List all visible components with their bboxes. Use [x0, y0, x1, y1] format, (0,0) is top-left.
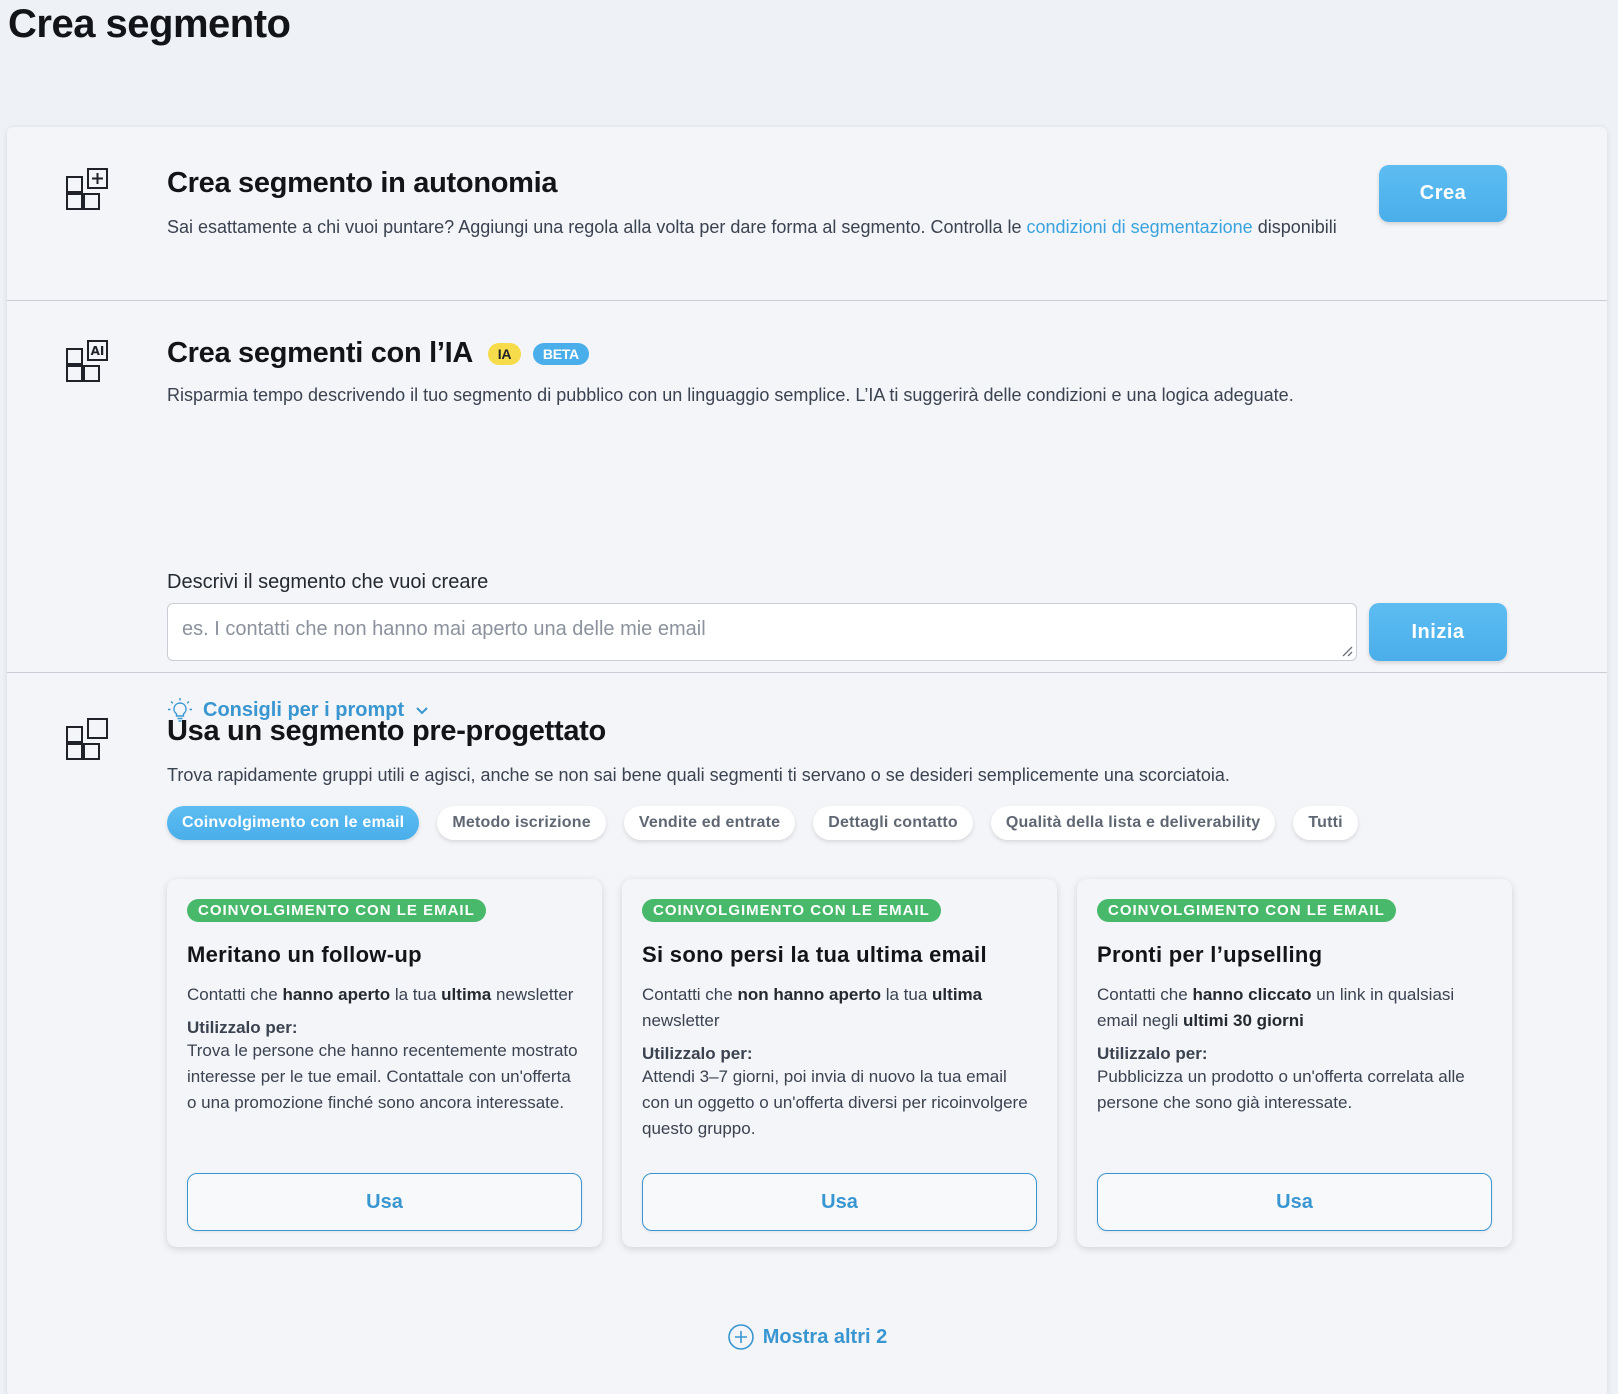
card-desc-part: Contatti che	[642, 985, 738, 1004]
card-use-for-label: Utilizzalo per:	[642, 1044, 753, 1063]
card-desc-bold: ultima	[441, 985, 492, 1004]
card-desc-part: la tua	[390, 985, 442, 1004]
card-desc-bold: ultimi 30 giorni	[1183, 1011, 1304, 1030]
grid-square-icon	[66, 718, 108, 760]
card-category-tag: COINVOLGIMENTO CON LE EMAIL	[642, 899, 941, 922]
use-segment-button[interactable]: Usa	[642, 1173, 1037, 1231]
svg-text:AI: AI	[91, 344, 105, 358]
grid-plus-icon	[66, 168, 108, 210]
card-category-tag: COINVOLGIMENTO CON LE EMAIL	[187, 899, 486, 922]
segment-cards: COINVOLGIMENTO CON LE EMAIL Meritano un …	[167, 879, 1512, 1247]
manual-section-title: Crea segmento in autonomia	[167, 167, 558, 199]
manual-desc-tail: disponibili	[1252, 217, 1337, 237]
ai-segment-section: AI Crea segmenti con l’IA IA BETA Rispar…	[7, 301, 1607, 722]
segment-description-label: Descrivi il segmento che vuoi creare	[167, 571, 489, 593]
card-use-for-text: Attendi 3–7 giorni, poi invia di nuovo l…	[642, 1067, 1028, 1138]
grid-ai-icon: AI	[66, 340, 108, 382]
card-use-for-text: Pubblicizza un prodotto o un'offerta cor…	[1097, 1067, 1465, 1112]
card-title: Pronti per l’upselling	[1097, 942, 1323, 967]
filter-chip-signup-method[interactable]: Metodo iscrizione	[437, 806, 606, 840]
filter-chip-contact-details[interactable]: Dettagli contatto	[813, 806, 973, 840]
card-title: Meritano un follow-up	[187, 942, 422, 967]
segment-description-input[interactable]	[168, 604, 1356, 660]
ai-title-text: Crea segmenti con l’IA	[167, 337, 472, 369]
prebuilt-section-title: Usa un segmento pre-progettato	[167, 715, 606, 747]
category-filter-chips: Coinvolgimento con le email Metodo iscri…	[167, 806, 1358, 840]
segment-card: COINVOLGIMENTO CON LE EMAIL Pronti per l…	[1077, 879, 1512, 1247]
card-desc-bold: hanno aperto	[282, 985, 391, 1004]
card-category-tag: COINVOLGIMENTO CON LE EMAIL	[1097, 899, 1396, 922]
card-title: Si sono persi la tua ultima email	[642, 942, 987, 967]
page-title: Crea segmento	[8, 2, 291, 46]
create-button[interactable]: Crea	[1379, 165, 1507, 222]
card-desc-part: Contatti che	[1097, 985, 1193, 1004]
ia-badge: IA	[487, 343, 522, 366]
card-description: Contatti che hanno cliccato un link in q…	[1097, 982, 1492, 1034]
segmentation-conditions-link[interactable]: condizioni di segmentazione	[1027, 217, 1253, 237]
card-desc-bold: non hanno aperto	[737, 985, 881, 1004]
segment-options-panel: Crea segmento in autonomia Sai esattamen…	[7, 127, 1607, 1394]
manual-desc-text: Sai esattamente a chi vuoi puntare? Aggi…	[167, 217, 1027, 237]
card-desc-part: newsletter	[491, 985, 574, 1004]
start-button[interactable]: Inizia	[1369, 603, 1507, 661]
card-description: Contatti che hanno aperto la tua ultima …	[187, 982, 582, 1008]
card-desc-part: Contatti che	[187, 985, 283, 1004]
filter-chip-all[interactable]: Tutti	[1293, 806, 1358, 840]
show-more-button[interactable]: Mostra altri 2	[7, 1323, 1607, 1351]
ai-section-title: Crea segmenti con l’IA IA BETA	[167, 337, 589, 370]
card-desc-bold: hanno cliccato	[1192, 985, 1312, 1004]
filter-chip-sales-revenue[interactable]: Vendite ed entrate	[623, 806, 796, 840]
filter-chip-list-quality[interactable]: Qualità della lista e deliverability	[990, 806, 1276, 840]
segment-card: COINVOLGIMENTO CON LE EMAIL Si sono pers…	[622, 879, 1057, 1247]
card-desc-part: newsletter	[642, 1011, 720, 1030]
card-use-for-text: Trova le persone che hanno recentemente …	[187, 1038, 582, 1128]
card-use-for-label: Utilizzalo per:	[1097, 1044, 1208, 1063]
card-description: Contatti che non hanno aperto la tua ult…	[642, 982, 1037, 1034]
manual-section-description: Sai esattamente a chi vuoi puntare? Aggi…	[167, 217, 1337, 238]
plus-circle-icon	[727, 1324, 754, 1350]
show-more-label: Mostra altri 2	[762, 1325, 888, 1348]
resize-handle-icon[interactable]	[1341, 645, 1353, 657]
use-segment-button[interactable]: Usa	[187, 1173, 582, 1231]
beta-badge: BETA	[532, 343, 589, 366]
card-desc-bold: ultima	[932, 985, 983, 1004]
manual-segment-section: Crea segmento in autonomia Sai esattamen…	[7, 127, 1607, 301]
card-use-for-label: Utilizzalo per:	[187, 1018, 298, 1037]
segment-description-field-wrapper	[167, 603, 1357, 661]
card-desc-part: la tua	[881, 985, 933, 1004]
ai-section-description: Risparmia tempo descrivendo il tuo segme…	[167, 385, 1294, 405]
segment-card: COINVOLGIMENTO CON LE EMAIL Meritano un …	[167, 879, 602, 1247]
prebuilt-section-description: Trova rapidamente gruppi utili e agisci,…	[167, 765, 1230, 785]
prebuilt-segment-section: Usa un segmento pre-progettato Trova rap…	[7, 673, 1607, 1394]
use-segment-button[interactable]: Usa	[1097, 1173, 1492, 1231]
filter-chip-email-engagement[interactable]: Coinvolgimento con le email	[167, 806, 420, 840]
